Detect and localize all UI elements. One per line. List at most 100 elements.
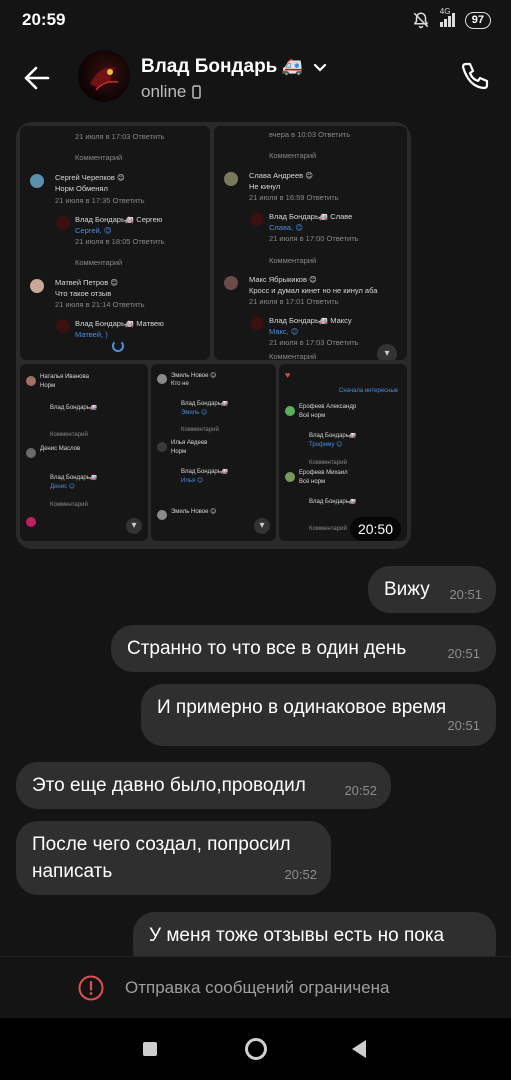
message-time: 20:51: [447, 646, 480, 661]
message-bubble-outgoing[interactable]: Странно то что все в один день 20:51: [111, 625, 496, 672]
tile-text: Эмиль Новое 😊: [171, 373, 217, 379]
tile-text: Комментарий: [269, 256, 317, 265]
warning-icon: [78, 975, 104, 1001]
tile-text: Сначала интересные: [339, 388, 399, 394]
message-text: Странно то что все в один день: [127, 638, 407, 659]
tile-text: Денис 😊: [50, 484, 75, 490]
tile-text: Комментарий: [269, 352, 317, 360]
chevron-down-icon[interactable]: ▾: [126, 518, 142, 534]
tile-text: Комментарий: [181, 427, 219, 433]
message-bubble-outgoing[interactable]: Вижу 20:51: [368, 566, 496, 613]
commenter-avatar: [30, 174, 44, 188]
tile-text: Эмиль 😊: [181, 410, 208, 416]
tile-text: Комментарий: [309, 526, 347, 532]
message-restriction-bar: Отправка сообщений ограничена: [0, 956, 511, 1018]
tile-text: Комментарий: [269, 151, 317, 160]
tile-text: Влад Бондарь🚑: [50, 405, 98, 411]
screenshot-tile-5[interactable]: ♥ Сначала интересные Ерофеев Александр В…: [279, 364, 407, 541]
message-time: 20:51: [447, 718, 480, 733]
message-bubble-incoming[interactable]: После чего создал, попросил написать 20:…: [16, 821, 331, 895]
tile-text: Денис Маслов: [40, 446, 81, 452]
mobile-device-icon: [192, 85, 202, 99]
tile-text: Матвей, ): [75, 330, 108, 339]
tile-text: Комментарий: [50, 502, 88, 508]
tile-text: 21 июля в 21:14 Ответить: [55, 300, 145, 309]
tile-text: Влад Бондарь🚑: [181, 469, 229, 475]
tile-text: Не кинул: [249, 182, 281, 191]
message-bubble-incoming[interactable]: Это еще давно было,проводил 20:52: [16, 762, 391, 809]
tile-text: Комментарий: [309, 460, 347, 466]
home-button[interactable]: [245, 1038, 267, 1060]
tile-text: Влад Бондарь🚑 Сергею: [75, 215, 163, 224]
tile-text: Слава, 😊: [269, 223, 304, 232]
tile-text: 21 июля в 16:59 Ответить: [249, 193, 339, 202]
commenter-avatar: [157, 510, 167, 520]
avatar-image: [90, 67, 119, 91]
commenter-avatar: [56, 319, 70, 333]
tile-text: Сергей Черепков 😊: [55, 173, 125, 182]
status-bar: 20:59 4G 97: [0, 0, 511, 40]
message-text: Это еще давно было,проводил: [32, 775, 306, 796]
avatar[interactable]: [78, 50, 130, 102]
tile-text: Влад Бондарь🚑: [309, 499, 357, 505]
message-bubble-outgoing[interactable]: И примерно в одинаковое время 20:51: [141, 684, 496, 746]
tile-text: Норм: [40, 383, 56, 389]
tile-text: Норм Обменял: [55, 184, 108, 193]
message-time: 20:52: [284, 867, 317, 882]
tile-text: Кросс и думал кинет но не кинул аба: [249, 286, 378, 295]
screenshot-tile-1[interactable]: 21 июля в 17:03 Ответить Комментарий Сер…: [20, 126, 210, 360]
network-type: 4G: [439, 7, 451, 16]
commenter-avatar: [26, 517, 36, 527]
screenshot-tile-4[interactable]: Эмиль Новое 😊 Кто не Влад Бондарь🚑 Эмиль…: [151, 364, 276, 541]
tile-text: Илья 😊: [181, 478, 204, 484]
signal-icon: 4G: [439, 7, 455, 27]
tile-text: Всё норм: [299, 479, 326, 485]
screenshot-tile-3[interactable]: Наталья Иванова Норм Влад Бондарь🚑 Комме…: [20, 364, 148, 541]
tile-text: 21 июля в 17:35 Ответить: [55, 196, 145, 205]
status-text: online: [141, 82, 187, 101]
tile-text: Комментарий: [75, 153, 123, 162]
tile-text: Слава Андреев 😊: [249, 171, 314, 180]
message-time: 20:51: [449, 587, 482, 602]
back-arrow-icon[interactable]: [22, 62, 54, 94]
commenter-avatar: [285, 406, 295, 416]
commenter-avatar: [224, 276, 238, 290]
tile-text: Кто не: [171, 381, 189, 387]
phone-call-icon[interactable]: [459, 60, 491, 92]
chat-title[interactable]: Влад Бондарь 🚑 online: [141, 56, 327, 102]
tile-text: 21 июля в 17:01 Ответить: [249, 297, 339, 306]
video-duration: 20:50: [349, 517, 401, 541]
tile-text: вчера в 10:03 Ответить: [269, 130, 351, 139]
bell-muted-icon: [413, 12, 429, 29]
tile-text: Комментарий: [50, 432, 88, 438]
tile-text: Влад Бондарь🚑: [50, 475, 98, 481]
chat-header: Влад Бондарь 🚑 online: [0, 42, 511, 112]
tile-text: Ерофеев Михаил: [299, 470, 348, 476]
commenter-avatar: [157, 442, 167, 452]
tile-text: 21 июля в 17:03 Ответить: [269, 338, 359, 347]
message-text: И примерно в одинаковое время: [157, 697, 447, 718]
tile-text: Влад Бондарь🚑 Максу: [269, 316, 352, 325]
heart-icon: ♥: [285, 370, 291, 380]
tile-text: Трофиму 😊: [309, 442, 343, 448]
screenshot-tile-2[interactable]: вчера в 10:03 Ответить Комментарий Слава…: [214, 126, 407, 360]
tile-text: Норм: [171, 449, 187, 455]
loading-spinner-icon: [112, 340, 124, 352]
recent-apps-button[interactable]: [143, 1042, 157, 1056]
commenter-avatar: [250, 316, 264, 330]
chevron-down-icon[interactable]: ▾: [254, 518, 270, 534]
tile-text: 21 июля в 18:05 Ответить: [75, 237, 165, 246]
commenter-avatar: [26, 448, 36, 458]
status-icons: 4G 97: [412, 7, 491, 29]
contact-emoji: 🚑: [281, 57, 303, 76]
message-time: 20:52: [344, 783, 377, 798]
restriction-text: Отправка сообщений ограничена: [125, 978, 390, 997]
tile-text: Макс, 😊: [269, 327, 299, 336]
tile-text: 21 июля в 17:03 Ответить: [75, 132, 165, 141]
chevron-down-icon[interactable]: ▾: [377, 344, 397, 360]
chevron-down-icon[interactable]: [313, 63, 327, 73]
media-collage[interactable]: 21 июля в 17:03 Ответить Комментарий Сер…: [16, 122, 411, 549]
tile-text: Комментарий: [75, 258, 123, 267]
back-button[interactable]: [352, 1040, 366, 1058]
tile-text: Влад Бондарь🚑 Матвею: [75, 319, 164, 328]
